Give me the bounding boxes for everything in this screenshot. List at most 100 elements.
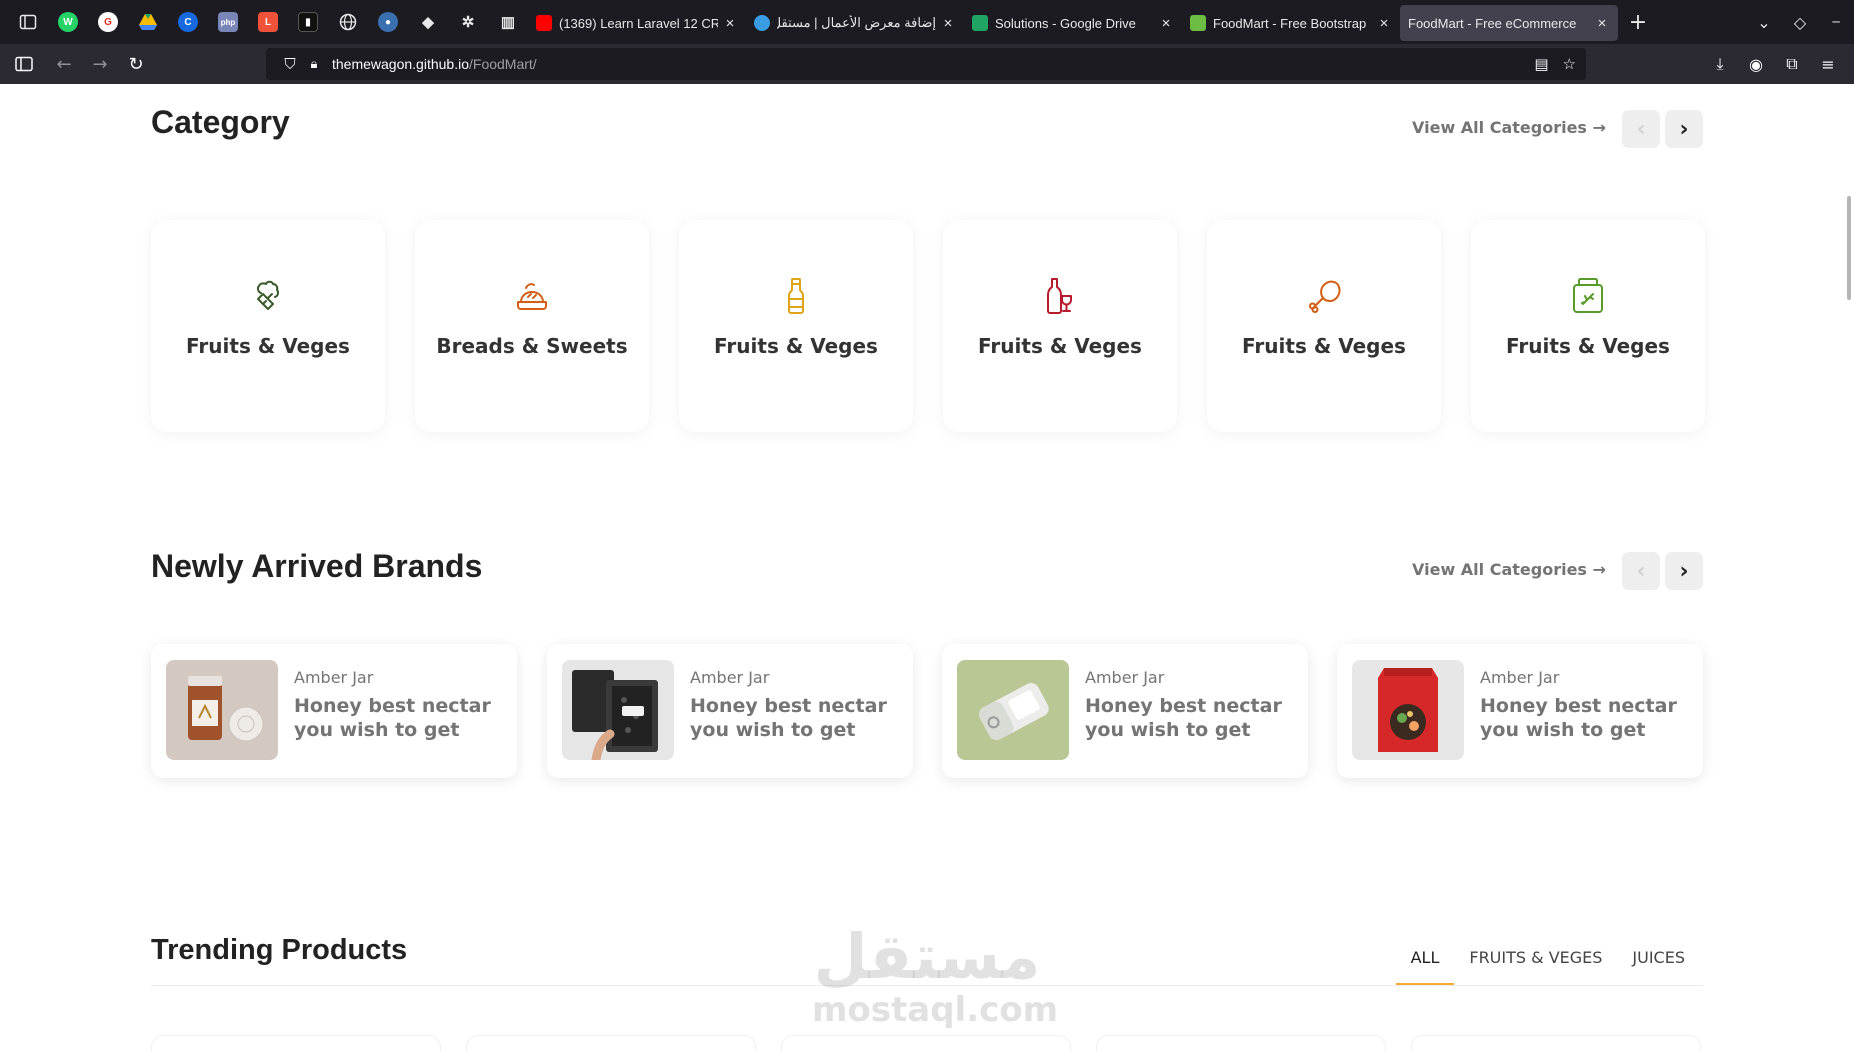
wine-icon xyxy=(1047,278,1072,314)
jar-icon xyxy=(1573,278,1603,313)
shield-icon[interactable]: ⛉ xyxy=(278,55,302,73)
new-tab-button[interactable]: + xyxy=(1618,0,1658,44)
menu-icon[interactable]: ≡ xyxy=(1810,55,1846,74)
reader-view-icon[interactable]: ▤ xyxy=(1534,55,1548,73)
browser-tab-active[interactable]: FoodMart - Free eCommerce × xyxy=(1400,5,1618,41)
list-all-tabs-icon[interactable]: ⌄ xyxy=(1746,13,1782,32)
brands-prev-button[interactable]: ‹ xyxy=(1622,552,1660,590)
php-icon[interactable]: php xyxy=(208,0,248,44)
product-card[interactable] xyxy=(1411,1035,1701,1051)
account-icon[interactable]: ◉ xyxy=(1738,55,1774,74)
firefox-view-icon[interactable]: ◇ xyxy=(1782,13,1818,32)
scrollbar-thumb[interactable] xyxy=(1847,196,1851,300)
category-label: Fruits & Veges xyxy=(1506,334,1670,358)
laravel-icon[interactable]: L xyxy=(248,0,288,44)
dark-app-icon[interactable]: ▮ xyxy=(288,0,328,44)
page-scrollbar[interactable] xyxy=(1840,84,1854,1051)
openai-icon[interactable]: ✲ xyxy=(448,0,488,44)
watermark-arabic: مستقل xyxy=(813,920,1041,993)
close-icon[interactable]: × xyxy=(940,15,956,32)
bookmark-star-icon[interactable]: ☆ xyxy=(1563,55,1576,73)
tin-can-product-image xyxy=(957,660,1069,760)
toolbar-right: ⤓ ◉ ⧉ ≡ xyxy=(1702,48,1846,80)
sidebar-icon[interactable] xyxy=(6,48,42,80)
close-icon[interactable]: × xyxy=(1158,15,1174,32)
category-label: Fruits & Veges xyxy=(186,334,350,358)
download-icon[interactable]: ⤓ xyxy=(1702,54,1738,74)
brand-title: Honey best nectar you wish to get xyxy=(690,695,887,741)
tab-juices[interactable]: JUICES xyxy=(1617,948,1700,983)
chevron-left-icon: ‹ xyxy=(1636,558,1646,584)
jar-product-image xyxy=(166,660,278,760)
category-card[interactable]: Breads & Sweets xyxy=(415,220,649,432)
category-title: Category xyxy=(151,104,290,140)
close-icon[interactable]: × xyxy=(1594,15,1610,32)
view-all-brands-link[interactable]: View All Categories → xyxy=(1412,560,1606,579)
category-card[interactable]: Fruits & Veges xyxy=(943,220,1177,432)
bread-icon xyxy=(517,283,547,310)
tab-tools: ⌄ ◇ ─ xyxy=(1746,0,1854,44)
mostaql-watermark: مستقل mostaql.com xyxy=(812,920,1058,1029)
earth-icon[interactable]: ● xyxy=(368,0,408,44)
view-all-categories-link[interactable]: View All Categories → xyxy=(1412,118,1606,137)
address-bar[interactable]: ⛉ 🔒︎ themewagon.github.io/FoodMart/ ▤ ☆ xyxy=(266,48,1586,80)
brand-subtitle: Amber Jar xyxy=(294,668,374,687)
product-card[interactable] xyxy=(1096,1035,1386,1051)
category-card[interactable]: Fruits & Veges xyxy=(679,220,913,432)
brands-next-button[interactable]: › xyxy=(1665,552,1703,590)
product-card[interactable] xyxy=(151,1035,441,1051)
chevron-right-icon: › xyxy=(1679,558,1689,584)
sidebar-toggle-icon[interactable] xyxy=(8,0,48,44)
reload-icon[interactable]: ↻ xyxy=(118,48,154,80)
browser-nav-bar: ← → ↻ ⛉ 🔒︎ themewagon.github.io/FoodMart… xyxy=(0,44,1854,84)
brands-title: Newly Arrived Brands xyxy=(151,548,483,584)
back-icon[interactable]: ← xyxy=(46,48,82,80)
forward-icon[interactable]: → xyxy=(82,48,118,80)
google-drive-icon xyxy=(972,15,988,31)
tab-all[interactable]: ALL xyxy=(1395,948,1455,986)
product-card[interactable] xyxy=(466,1035,756,1051)
close-icon[interactable]: × xyxy=(1376,15,1392,32)
trending-title: Trending Products xyxy=(151,934,408,966)
category-card[interactable]: Fruits & Veges xyxy=(1471,220,1705,432)
brand-title: Honey best nectar you wish to get xyxy=(294,695,491,741)
category-label: Fruits & Veges xyxy=(714,334,878,358)
brand-subtitle: Amber Jar xyxy=(690,668,770,687)
browser-tab-bar: W G C php L ▮ ● ◆ ✲ ▥ (1369) Learn Larav… xyxy=(0,0,1854,44)
brand-card[interactable]: Amber Jar Honey best nectar you wish to … xyxy=(1337,644,1703,778)
tea-bag-product-image xyxy=(562,660,674,760)
category-label: Fruits & Veges xyxy=(1242,334,1406,358)
brand-card[interactable]: Amber Jar Honey best nectar you wish to … xyxy=(942,644,1308,778)
product-card[interactable] xyxy=(781,1035,1071,1051)
lock-icon[interactable]: 🔒︎ xyxy=(302,57,326,72)
google-drive-icon[interactable] xyxy=(128,0,168,44)
browser-tab[interactable]: FoodMart - Free Bootstrap × xyxy=(1182,5,1400,41)
browser-tab[interactable]: Solutions - Google Drive × xyxy=(964,5,1182,41)
extensions-icon[interactable]: ⧉ xyxy=(1774,54,1810,74)
chevron-left-icon: ‹ xyxy=(1636,116,1646,142)
browser-tab[interactable]: إضافة معرض الأعمال | مستقل × xyxy=(746,5,964,41)
category-prev-button[interactable]: ‹ xyxy=(1622,110,1660,148)
bottle-icon xyxy=(788,278,804,314)
book-icon[interactable]: ▥ xyxy=(488,0,528,44)
brand-card[interactable]: Amber Jar Honey best nectar you wish to … xyxy=(151,644,517,778)
tab-fruits-veges[interactable]: FRUITS & VEGES xyxy=(1454,948,1617,983)
category-card[interactable]: Fruits & Veges xyxy=(151,220,385,432)
google-drive-icon[interactable]: G xyxy=(88,0,128,44)
category-card[interactable]: Fruits & Veges xyxy=(1207,220,1441,432)
url-text[interactable]: themewagon.github.io/FoodMart/ xyxy=(332,56,537,72)
gem-icon[interactable]: ◆ xyxy=(408,0,448,44)
c-icon[interactable]: C xyxy=(168,0,208,44)
globe-icon[interactable] xyxy=(328,0,368,44)
url-path: /FoodMart/ xyxy=(469,56,537,72)
whatsapp-icon[interactable]: W xyxy=(48,0,88,44)
category-next-button[interactable]: › xyxy=(1665,110,1703,148)
close-icon[interactable]: × xyxy=(722,15,738,32)
browser-tab[interactable]: (1369) Learn Laravel 12 CR × xyxy=(528,5,746,41)
mostaql-icon xyxy=(754,15,770,31)
minimize-icon[interactable]: ─ xyxy=(1818,15,1854,29)
category-label: Fruits & Veges xyxy=(978,334,1142,358)
brand-card[interactable]: Amber Jar Honey best nectar you wish to … xyxy=(547,644,913,778)
address-bar-actions: ▤ ☆ xyxy=(1534,48,1576,80)
food-pouch-product-image xyxy=(1352,660,1464,760)
